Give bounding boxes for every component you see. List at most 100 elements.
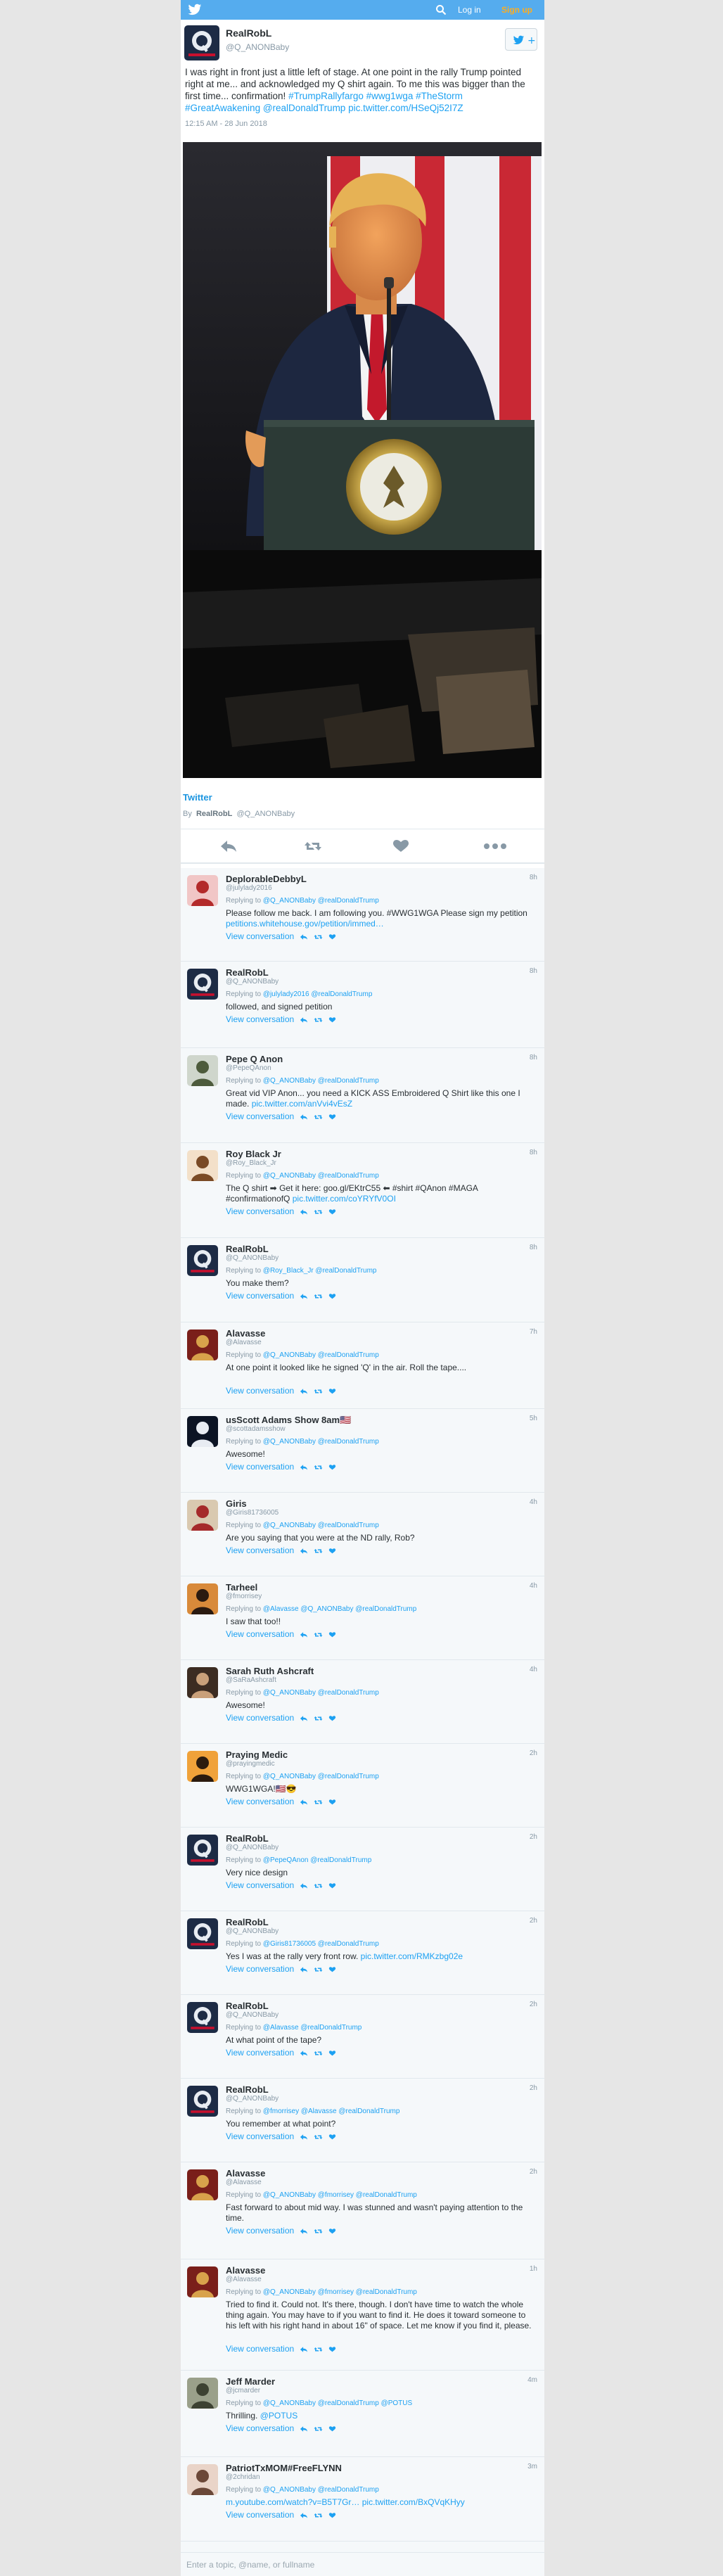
reply-author-handle[interactable]: @julylady2016 bbox=[226, 884, 272, 892]
reply-author-name[interactable]: RealRobL bbox=[226, 967, 269, 978]
view-conversation-link[interactable]: View conversation bbox=[226, 1629, 294, 1639]
replying-to-handles[interactable]: @julylady2016 @realDonaldTrump bbox=[263, 990, 373, 998]
reply-icon[interactable] bbox=[300, 1882, 308, 1889]
reply-author-name[interactable]: Tarheel bbox=[226, 1582, 257, 1593]
reply-link[interactable]: pic.twitter.com/anVvi4vEsZ bbox=[252, 1099, 352, 1109]
follow-button[interactable]: + bbox=[505, 28, 537, 51]
view-conversation-link[interactable]: View conversation bbox=[226, 1545, 294, 1555]
replying-to-handles[interactable]: @Q_ANONBaby @realDonaldTrump bbox=[263, 1689, 379, 1697]
heart-icon[interactable] bbox=[328, 2050, 336, 2057]
reply-tweet[interactable]: usScott Adams Show 8am🇺🇸 @scottadamsshow 5… bbox=[181, 1409, 544, 1493]
reply-author-handle[interactable]: @Q_ANONBaby bbox=[226, 978, 279, 986]
reply-tweet[interactable]: Praying Medic @prayingmedic 2h Replying to … bbox=[181, 1744, 544, 1828]
reply-author-name[interactable]: RealRobL bbox=[226, 1244, 269, 1254]
reply-link[interactable]: pic.twitter.com/RMKzbg02e bbox=[361, 1951, 463, 1961]
reply-author-name[interactable]: Alavasse bbox=[226, 2168, 265, 2179]
avatar[interactable] bbox=[187, 2464, 218, 2495]
retweet-icon[interactable] bbox=[314, 1631, 323, 1638]
reply-timestamp[interactable]: 2h bbox=[530, 2001, 537, 2008]
reply-timestamp[interactable]: 2h bbox=[530, 1917, 537, 1925]
view-conversation-link[interactable]: View conversation bbox=[226, 2510, 294, 2520]
reply-timestamp[interactable]: 1h bbox=[530, 2265, 537, 2273]
retweet-icon[interactable] bbox=[304, 839, 322, 853]
retweet-icon[interactable] bbox=[314, 1799, 323, 1806]
reply-icon[interactable] bbox=[300, 2512, 308, 2519]
view-conversation-link[interactable]: View conversation bbox=[226, 2226, 294, 2236]
view-conversation-link[interactable]: View conversation bbox=[226, 1797, 294, 1806]
avatar[interactable] bbox=[187, 1500, 218, 1531]
reply-icon[interactable] bbox=[300, 1631, 308, 1638]
view-conversation-link[interactable]: View conversation bbox=[226, 2344, 294, 2354]
reply-icon[interactable] bbox=[300, 1715, 308, 1722]
view-conversation-link[interactable]: View conversation bbox=[226, 1713, 294, 1723]
card-source-label[interactable]: Twitter bbox=[183, 792, 212, 803]
heart-icon[interactable] bbox=[328, 1631, 336, 1638]
reply-timestamp[interactable]: 2h bbox=[530, 2084, 537, 2092]
reply-author-name[interactable]: RealRobL bbox=[226, 2001, 269, 2011]
tweet-photo[interactable] bbox=[183, 142, 542, 778]
heart-icon[interactable] bbox=[328, 933, 336, 941]
view-conversation-link[interactable]: View conversation bbox=[226, 1880, 294, 1890]
reply-timestamp[interactable]: 4m bbox=[527, 2376, 537, 2384]
reply-author-handle[interactable]: @Alavasse bbox=[226, 2179, 262, 2186]
more-icon[interactable] bbox=[483, 839, 507, 853]
reply-author-handle[interactable]: @PepeQAnon bbox=[226, 1064, 271, 1072]
replying-to-handles[interactable]: @Giris81736005 @realDonaldTrump bbox=[263, 1940, 379, 1948]
heart-icon[interactable] bbox=[328, 2134, 336, 2141]
avatar[interactable] bbox=[187, 875, 218, 906]
reply-author-name[interactable]: Praying Medic bbox=[226, 1749, 288, 1760]
retweet-icon[interactable] bbox=[314, 2134, 323, 2141]
view-conversation-link[interactable]: View conversation bbox=[226, 1014, 294, 1024]
reply-author-name[interactable]: RealRobL bbox=[226, 1833, 269, 1844]
replying-to-handles[interactable]: @PepeQAnon @realDonaldTrump bbox=[263, 1856, 371, 1864]
reply-icon[interactable] bbox=[300, 1293, 308, 1300]
reply-icon[interactable] bbox=[300, 1209, 308, 1216]
login-link[interactable]: Log in bbox=[458, 5, 481, 15]
reply-author-handle[interactable]: @SaRaAshcraft bbox=[226, 1676, 276, 1684]
heart-icon[interactable] bbox=[328, 1293, 336, 1300]
replying-to-handles[interactable]: @Q_ANONBaby @realDonaldTrump bbox=[263, 897, 379, 905]
reply-author-name[interactable]: PatriotTxMOM#FreeFLYNN bbox=[226, 2463, 342, 2473]
avatar[interactable] bbox=[187, 1583, 218, 1614]
reply-author-handle[interactable]: @Giris81736005 bbox=[226, 1509, 279, 1517]
retweet-icon[interactable] bbox=[314, 2512, 323, 2519]
heart-icon[interactable] bbox=[328, 1548, 336, 1555]
reply-icon[interactable] bbox=[300, 1114, 308, 1121]
view-conversation-link[interactable]: View conversation bbox=[226, 2048, 294, 2058]
avatar[interactable] bbox=[187, 2169, 218, 2200]
replying-to-handles[interactable]: @Q_ANONBaby @realDonaldTrump bbox=[263, 2486, 379, 2494]
replying-to-handles[interactable]: @Alavasse @Q_ANONBaby @realDonaldTrump bbox=[263, 1605, 417, 1613]
replying-to-handles[interactable]: @Q_ANONBaby @realDonaldTrump bbox=[263, 1522, 379, 1529]
retweet-icon[interactable] bbox=[314, 1966, 323, 1973]
avatar[interactable] bbox=[187, 1835, 218, 1866]
reply-tweet[interactable]: RealRobL @Q_ANONBaby 8h Replying to @julyla… bbox=[181, 962, 544, 1048]
heart-icon[interactable] bbox=[328, 2425, 336, 2432]
reply-author-handle[interactable]: @Q_ANONBaby bbox=[226, 1844, 279, 1851]
view-conversation-link[interactable]: View conversation bbox=[226, 1111, 294, 1121]
card-by-handle[interactable]: @Q_ANONBaby bbox=[236, 810, 295, 818]
reply-author-handle[interactable]: @scottadamsshow bbox=[226, 1425, 286, 1433]
reply-author-name[interactable]: DeplorableDebbyL bbox=[226, 874, 307, 884]
reply-icon[interactable] bbox=[300, 1016, 308, 1024]
retweet-icon[interactable] bbox=[314, 1114, 323, 1121]
reply-author-handle[interactable]: @Roy_Black_Jr bbox=[226, 1159, 276, 1167]
reply-tweet[interactable]: Sarah Ruth Ashcraft @SaRaAshcraft 4h Replyi… bbox=[181, 1660, 544, 1744]
reply-timestamp[interactable]: 4h bbox=[530, 1666, 537, 1673]
reply-timestamp[interactable]: 2h bbox=[530, 2168, 537, 2176]
reply-icon[interactable] bbox=[300, 2050, 308, 2057]
reply-author-name[interactable]: RealRobL bbox=[226, 2084, 269, 2095]
replying-to-handles[interactable]: @Q_ANONBaby @realDonaldTrump bbox=[263, 1172, 379, 1180]
avatar[interactable] bbox=[187, 969, 218, 1000]
reply-author-handle[interactable]: @Alavasse bbox=[226, 2276, 262, 2283]
reply-icon[interactable] bbox=[219, 839, 238, 853]
view-conversation-link[interactable]: View conversation bbox=[226, 931, 294, 941]
twitter-bird-icon[interactable] bbox=[188, 4, 202, 16]
heart-icon[interactable] bbox=[328, 1114, 336, 1121]
reply-tweet[interactable]: RealRobL @Q_ANONBaby 2h Replying to @Alavas… bbox=[181, 1995, 544, 2079]
retweet-icon[interactable] bbox=[314, 1548, 323, 1555]
avatar[interactable] bbox=[187, 1416, 218, 1447]
retweet-icon[interactable] bbox=[314, 2050, 323, 2057]
retweet-icon[interactable] bbox=[314, 1464, 323, 1471]
replying-to-handles[interactable]: @Q_ANONBaby @realDonaldTrump bbox=[263, 1351, 379, 1359]
reply-tweet[interactable]: DeplorableDebbyL @julylady2016 8h Replying … bbox=[181, 868, 544, 962]
